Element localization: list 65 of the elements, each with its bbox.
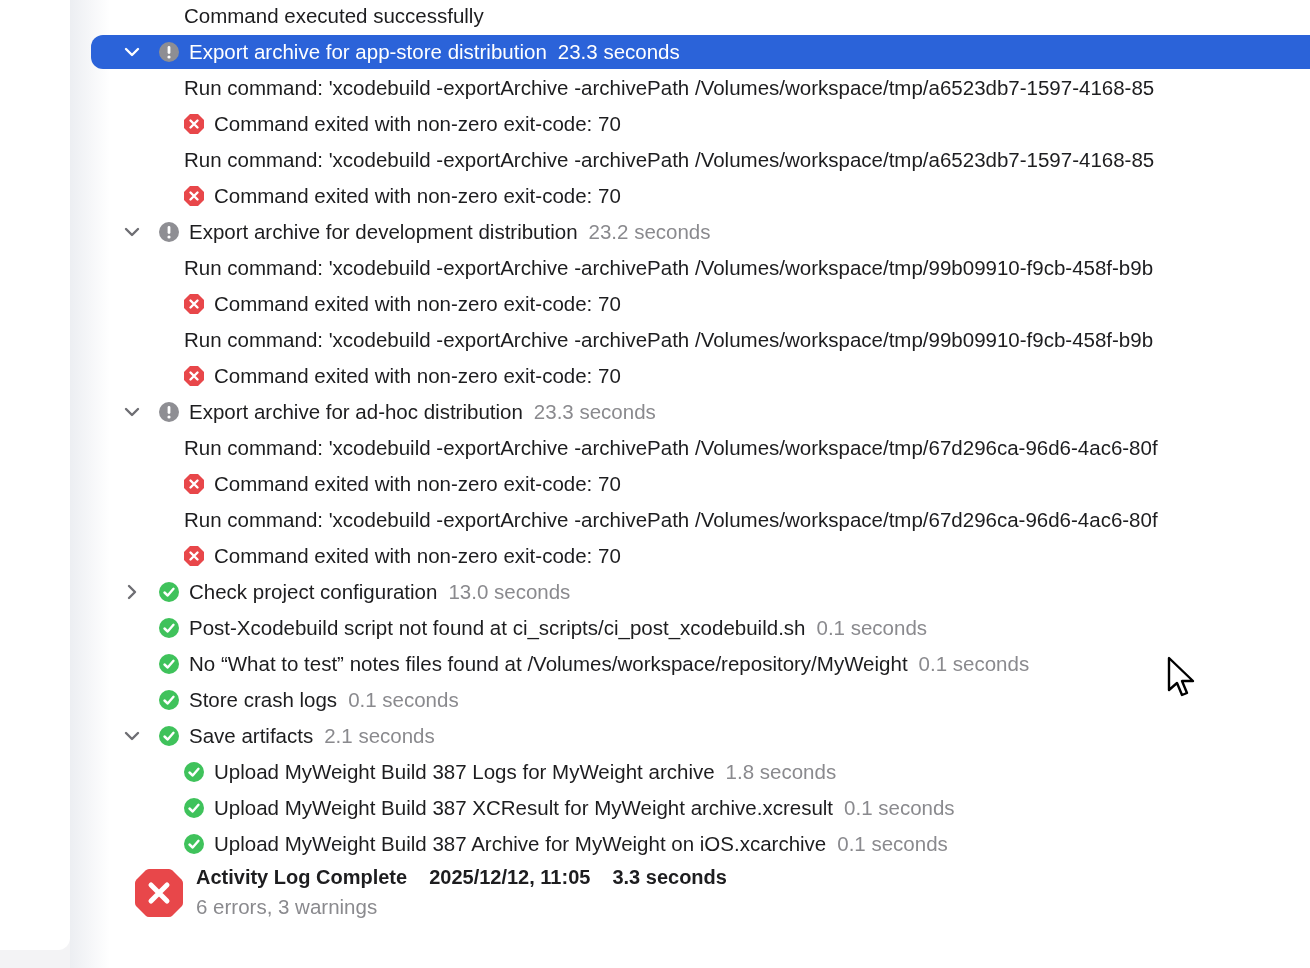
log-line: Upload MyWeight Build 387 XCResult for MyWeight archive.xcresult [214,796,834,820]
error-icon [184,366,204,386]
summary-date: 2025/12/12, 11:05 [429,865,591,889]
step-row[interactable]: Post-Xcodebuild script not found at ci_scripts/ci_post_xcodebuild.sh 0.1 seconds [91,610,1310,646]
checkmark-icon [184,798,204,818]
step-title: Export archive for ad-hoc distribution [189,400,523,424]
checkmark-icon [159,690,179,710]
log-line: Command exited with non-zero exit-code: 70 [214,112,621,136]
summary-counts: 6 errors, 3 warnings [196,894,379,920]
warning-icon [159,42,179,62]
step-title: Save artifacts [189,724,314,748]
step-title: Store crash logs [189,688,338,712]
error-icon [134,868,184,918]
log-line: Command exited with non-zero exit-code: 70 [214,184,621,208]
log-line: Run command: 'xcodebuild -exportArchive -archivePath /Volumes/workspace/tmp/67d296ca-96d6-4ac6-80f [184,436,1158,460]
step-title: Export archive for development distribution [189,220,578,244]
step-title: Export archive for app-store distribution [189,40,547,64]
step-duration: 2.1 seconds [324,724,435,748]
step-row[interactable]: Save artifacts 2.1 seconds [91,718,1310,754]
log-line: Command exited with non-zero exit-code: 70 [214,472,621,496]
log-line: Run command: 'xcodebuild -exportArchive -archivePath /Volumes/workspace/tmp/99b09910-f9cb-458f-b9b [184,256,1154,280]
log-line: Command executed successfully [184,4,484,28]
step-duration: 23.3 seconds [533,400,656,424]
line-duration: 1.8 seconds [725,760,837,784]
error-icon [184,546,204,566]
log-line: Upload MyWeight Build 387 Archive for MyWeight on iOS.xcarchive [214,832,827,856]
checkmark-icon [184,762,204,782]
error-icon [184,186,204,206]
log-line: Run command: 'xcodebuild -exportArchive -archivePath /Volumes/workspace/tmp/a6523db7-1597-4168-85 [184,148,1155,172]
log-line: Command exited with non-zero exit-code: 70 [214,364,621,388]
checkmark-icon [159,726,179,746]
step-title: Post-Xcodebuild script not found at ci_scripts/ci_post_xcodebuild.sh [189,616,806,640]
warning-icon [159,402,179,422]
checkmark-icon [159,654,179,674]
step-row[interactable]: Export archive for development distribution 23.2 seconds [91,214,1310,250]
log-line: Command exited with non-zero exit-code: 70 [214,292,621,316]
step-duration: 0.1 seconds [348,688,459,712]
warning-icon [159,222,179,242]
checkmark-icon [159,618,179,638]
checkmark-icon [184,834,204,854]
error-icon [184,294,204,314]
log-line: Run command: 'xcodebuild -exportArchive -archivePath /Volumes/workspace/tmp/67d296ca-96d6-4ac6-80f [184,508,1158,532]
step-duration: 23.3 seconds [557,40,680,64]
step-title: Check project configuration [189,580,438,604]
step-row[interactable]: Store crash logs 0.1 seconds [91,682,1310,718]
error-icon [184,114,204,134]
error-icon [184,474,204,494]
log-line: Run command: 'xcodebuild -exportArchive -archivePath /Volumes/workspace/tmp/a6523db7-1597-4168-85 [184,76,1155,100]
step-title: No “What to test” notes files found at /Volumes/workspace/repository/MyWeight [189,652,908,676]
line-duration: 0.1 seconds [837,832,948,856]
step-duration: 13.0 seconds [448,580,571,604]
step-duration: 23.2 seconds [588,220,711,244]
step-duration: 0.1 seconds [918,652,1030,676]
step-row[interactable]: No “What to test” notes files found at /Volumes/workspace/repository/MyWeight 0.1 seconds [91,646,1310,682]
step-row[interactable]: Export archive for ad-hoc distribution 23.3 seconds [91,394,1310,430]
step-duration: 0.1 seconds [816,616,928,640]
log-line: Upload MyWeight Build 387 Logs for MyWeight archive [214,760,715,784]
line-duration: 0.1 seconds [844,796,955,820]
checkmark-icon [159,582,179,602]
summary-title: Activity Log Complete [196,865,408,889]
log-line: Command exited with non-zero exit-code: 70 [214,544,621,568]
step-row[interactable]: Export archive for app-store distribution 23.3 seconds [91,35,1310,69]
step-row[interactable]: Check project configuration 13.0 seconds [91,574,1310,610]
log-line: Run command: 'xcodebuild -exportArchive -archivePath /Volumes/workspace/tmp/99b09910-f9cb-458f-b9b [184,328,1154,352]
summary-duration: 3.3 seconds [612,865,727,889]
